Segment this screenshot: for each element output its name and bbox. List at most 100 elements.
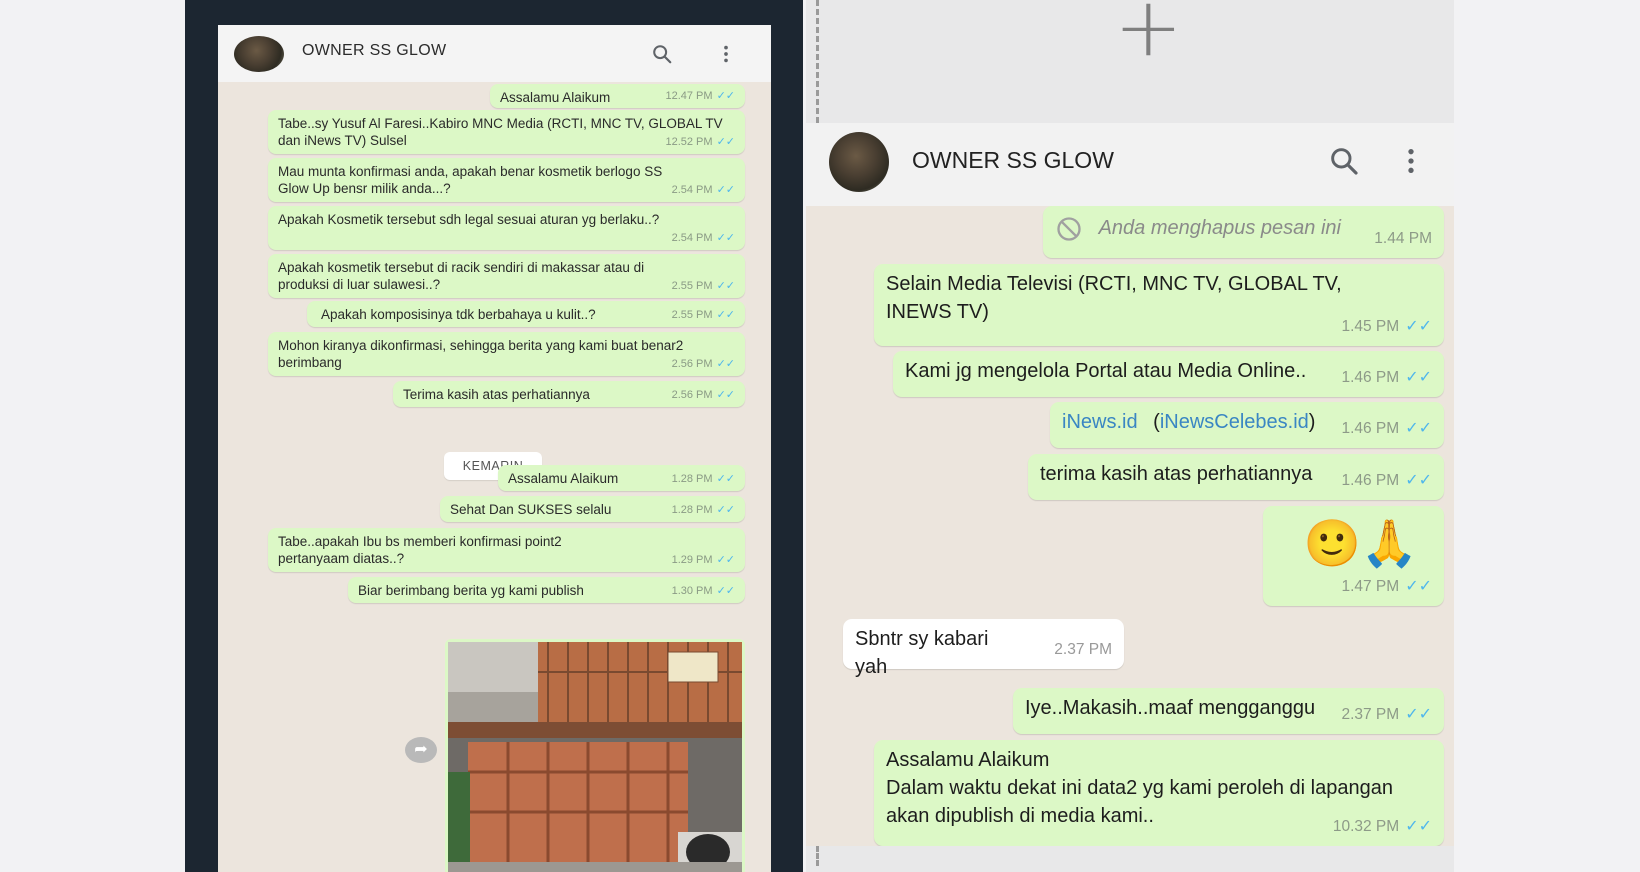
contact-name[interactable]: OWNER SS GLOW xyxy=(302,42,446,60)
deleted-icon xyxy=(1057,217,1081,241)
search-icon[interactable] xyxy=(651,43,673,65)
read-check-icon: ✓✓ xyxy=(716,358,735,370)
paren-close: ) xyxy=(1308,411,1316,433)
read-check-icon: ✓✓ xyxy=(1405,472,1432,489)
paren-open: ( xyxy=(1153,411,1160,433)
message-text: Apakah komposisinya tdk berbahaya u kuli… xyxy=(321,307,596,322)
left-screenshot-panel: OWNER SS GLOW Assalamu Alaikum 12.47 PM ✓… xyxy=(185,0,803,872)
left-chat-header: OWNER SS GLOW xyxy=(218,25,771,82)
message-time: 2.37 PM xyxy=(1054,641,1112,658)
message-text: Mau munta konfirmasi anda, apakah benar … xyxy=(278,164,663,196)
message-time: 2.56 PM ✓✓ xyxy=(671,358,735,370)
read-check-icon: ✓✓ xyxy=(716,280,735,292)
right-screenshot-panel: + OWNER SS GLOW Anda menghapus pesan ini… xyxy=(806,0,1454,872)
message-text: Biar berimbang berita yg kami publish xyxy=(358,583,584,598)
message-text: Anda menghapus pesan ini xyxy=(1098,217,1341,239)
message-bubble[interactable]: Anda menghapus pesan ini 1.44 PM xyxy=(1043,206,1444,258)
message-time: 1.29 PM ✓✓ xyxy=(671,554,735,566)
message-bubble[interactable]: Assalamu Alaikum 1.28 PM ✓✓ xyxy=(498,465,745,491)
more-vert-icon[interactable] xyxy=(1404,145,1418,177)
left-message-list: Assalamu Alaikum 12.47 PM ✓✓ Tabe..sy Yus… xyxy=(218,82,771,872)
message-time: 2.54 PM ✓✓ xyxy=(671,232,735,244)
message-time: 12.47 PM ✓✓ xyxy=(665,90,735,102)
message-bubble[interactable]: Apakah kosmetik tersebut di racik sendir… xyxy=(268,254,745,298)
right-chat-header: OWNER SS GLOW xyxy=(806,123,1454,206)
message-time: 1.45 PM ✓✓ xyxy=(1341,318,1432,335)
message-time: 2.56 PM ✓✓ xyxy=(671,389,735,401)
message-time: 2.54 PM ✓✓ xyxy=(671,184,735,196)
read-check-icon: ✓✓ xyxy=(1405,369,1432,386)
avatar[interactable] xyxy=(829,132,889,192)
right-top-area: + xyxy=(806,0,1454,123)
message-link[interactable]: iNews.id xyxy=(1062,411,1138,433)
more-vert-icon[interactable] xyxy=(721,43,731,65)
message-time: 12.52 PM ✓✓ xyxy=(665,136,735,148)
message-time: 2.37 PM ✓✓ xyxy=(1341,706,1432,723)
message-time: 1.30 PM ✓✓ xyxy=(671,585,735,597)
message-link[interactable]: iNewsCelebes.id xyxy=(1160,411,1309,433)
read-check-icon: ✓✓ xyxy=(716,232,735,244)
message-time: 1.28 PM ✓✓ xyxy=(671,504,735,516)
read-check-icon: ✓✓ xyxy=(1405,578,1432,595)
message-bubble[interactable]: terima kasih atas perhatiannya 1.46 PM ✓✓ xyxy=(1028,454,1444,500)
message-time: 1.46 PM ✓✓ xyxy=(1341,420,1432,437)
message-bubble[interactable]: Mohon kiranya dikonfirmasi, sehingga ber… xyxy=(268,332,745,376)
contact-name[interactable]: OWNER SS GLOW xyxy=(912,147,1114,174)
message-bubble[interactable]: Biar berimbang berita yg kami publish 1.… xyxy=(348,577,745,603)
message-text: Tabe..sy Yusuf Al Faresi..Kabiro MNC Med… xyxy=(278,116,723,148)
message-time: 10.32 PM ✓✓ xyxy=(1332,818,1432,835)
message-text: Sehat Dan SUKSES selalu xyxy=(450,502,612,517)
add-icon[interactable]: + xyxy=(1114,0,1183,69)
message-time: 1.46 PM ✓✓ xyxy=(1341,472,1432,489)
avatar[interactable] xyxy=(234,36,284,72)
message-time: 1.28 PM ✓✓ xyxy=(671,473,735,485)
message-bubble[interactable]: Selain Media Televisi (RCTI, MNC TV, GLO… xyxy=(874,264,1444,346)
message-text: Terima kasih atas perhatiannya xyxy=(403,387,590,402)
divider-line xyxy=(816,0,819,123)
message-time: 1.46 PM ✓✓ xyxy=(1341,369,1432,386)
message-time: 2.55 PM ✓✓ xyxy=(671,280,735,292)
read-check-icon: ✓✓ xyxy=(716,389,735,401)
message-bubble[interactable]: Sehat Dan SUKSES selalu 1.28 PM ✓✓ xyxy=(440,496,745,522)
message-text: Apakah kosmetik tersebut di racik sendir… xyxy=(278,260,645,292)
message-text: Selain Media Televisi (RCTI, MNC TV, GLO… xyxy=(886,273,1342,323)
message-bubble[interactable]: Mau munta konfirmasi anda, apakah benar … xyxy=(268,158,745,202)
image-message[interactable] xyxy=(445,639,745,872)
read-check-icon: ✓✓ xyxy=(716,90,735,102)
message-bubble[interactable]: Assalamu Alaikum 12.47 PM ✓✓ xyxy=(490,84,745,108)
read-check-icon: ✓✓ xyxy=(716,309,735,321)
message-bubble[interactable]: Tabe..sy Yusuf Al Faresi..Kabiro MNC Med… xyxy=(268,110,745,154)
read-check-icon: ✓✓ xyxy=(716,136,735,148)
message-bubble[interactable]: Terima kasih atas perhatiannya 2.56 PM ✓✓ xyxy=(393,381,745,407)
read-check-icon: ✓✓ xyxy=(716,504,735,516)
search-icon[interactable] xyxy=(1328,145,1360,177)
message-bubble[interactable]: Assalamu Alaikum Dalam waktu dekat ini d… xyxy=(874,740,1444,846)
message-time: 1.47 PM ✓✓ xyxy=(1341,578,1432,595)
right-footer xyxy=(806,846,1454,872)
message-bubble[interactable]: Apakah komposisinya tdk berbahaya u kuli… xyxy=(307,301,745,327)
forward-icon[interactable]: ➦ xyxy=(405,737,437,763)
read-check-icon: ✓✓ xyxy=(1405,818,1432,835)
message-bubble[interactable]: 🙂🙏 1.47 PM ✓✓ xyxy=(1263,506,1444,606)
message-bubble[interactable]: Apakah Kosmetik tersebut sdh legal sesua… xyxy=(268,206,745,250)
message-text: Iye..Makasih..maaf mengganggu xyxy=(1025,697,1316,719)
read-check-icon: ✓✓ xyxy=(716,585,735,597)
read-check-icon: ✓✓ xyxy=(716,184,735,196)
right-message-list: Anda menghapus pesan ini 1.44 PM Selain … xyxy=(806,206,1454,846)
message-bubble[interactable]: Iye..Makasih..maaf mengganggu 2.37 PM ✓✓ xyxy=(1013,688,1444,734)
message-bubble[interactable]: iNews.id (iNewsCelebes.id) 1.46 PM ✓✓ xyxy=(1050,402,1444,448)
read-check-icon: ✓✓ xyxy=(1405,420,1432,437)
message-text: Tabe..apakah Ibu bs memberi konfirmasi p… xyxy=(278,534,562,566)
message-text: terima kasih atas perhatiannya xyxy=(1040,463,1313,485)
divider-line xyxy=(816,846,819,866)
read-check-icon: ✓✓ xyxy=(1405,318,1432,335)
message-text: Assalamu Alaikum xyxy=(508,471,619,486)
left-chat-window: OWNER SS GLOW Assalamu Alaikum 12.47 PM ✓… xyxy=(218,25,771,872)
message-bubble[interactable]: Kami jg mengelola Portal atau Media Onli… xyxy=(893,351,1444,397)
message-text: Kami jg mengelola Portal atau Media Onli… xyxy=(905,360,1307,382)
message-bubble[interactable]: Tabe..apakah Ibu bs memberi konfirmasi p… xyxy=(268,528,745,572)
message-text: Sbntr sy kabari yah xyxy=(855,628,989,678)
message-text-line: Assalamu Alaikum xyxy=(886,749,1050,771)
message-bubble[interactable]: Sbntr sy kabari yah 2.37 PM xyxy=(843,619,1124,678)
message-time: 2.55 PM ✓✓ xyxy=(671,309,735,321)
